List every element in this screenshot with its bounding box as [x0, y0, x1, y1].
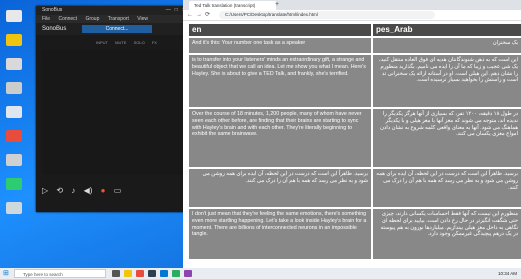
col-input: INPUT	[96, 40, 108, 45]
connect-button[interactable]: Connect...	[82, 25, 152, 33]
url-field[interactable]: C:/Users/PC/Desktop/translate/html/index…	[219, 11, 435, 19]
address-bar-row: ←→⟳ C:/Users/PC/Desktop/translate/html/i…	[183, 10, 521, 21]
windows-start-icon[interactable]: ⊞	[3, 270, 9, 277]
edge-icon[interactable]	[160, 270, 168, 277]
table-header: en pes_Arab	[189, 24, 521, 38]
desktop-icon[interactable]	[6, 10, 22, 22]
taskbar: ⊞ Type here to search 10:34 AM	[0, 268, 521, 279]
table-row: And it's this: Your number one task as a…	[189, 38, 521, 55]
speaker-icon[interactable]: ◀)	[84, 186, 93, 195]
play-icon[interactable]: ▷	[42, 186, 48, 195]
sonobus-titlebar: SonoBus —□✕	[36, 6, 192, 15]
menu-file[interactable]: File	[42, 16, 50, 22]
cell-en: برسید. ظاهراً این است که درست در این لحظ…	[189, 169, 371, 207]
mic-icon[interactable]: ♪	[71, 186, 75, 195]
desktop-icon[interactable]	[6, 106, 22, 118]
new-tab-icon[interactable]: +	[275, 0, 279, 10]
transport-controls: ▷ ⟲ ♪ ◀) ● ▭	[42, 186, 186, 200]
taskbar-clock[interactable]: 10:34 AM	[498, 268, 517, 279]
loop-icon[interactable]: ⟲	[56, 186, 63, 195]
menu-group[interactable]: Group	[85, 16, 99, 22]
desktop-icon[interactable]	[6, 154, 22, 166]
app-icon[interactable]	[172, 270, 180, 277]
desktop-icon[interactable]	[6, 82, 22, 94]
record-icon[interactable]: ●	[101, 186, 106, 195]
browser-window: Ted Talk translation (transcript) + ←→⟳ …	[183, 0, 521, 268]
channel-columns: INPUT MUTE SOLO FX	[96, 40, 163, 45]
sonobus-window: SonoBus —□✕ File Connect Group Transport…	[36, 6, 192, 212]
taskview-icon[interactable]	[112, 270, 120, 277]
sonobus-toolbar: SonoBus Connect...	[36, 23, 192, 35]
desktop-icon[interactable]	[6, 178, 22, 190]
sonobus-menubar: File Connect Group Transport View	[36, 15, 192, 23]
translation-table: en pes_Arab And it's this: Your number o…	[189, 24, 521, 261]
sonobus-taskbar-icon[interactable]	[148, 270, 156, 277]
col-fx[interactable]: FX	[152, 40, 157, 45]
chrome-icon[interactable]	[136, 270, 144, 277]
cell-en: I don't just mean that they're feeling t…	[189, 209, 371, 259]
tab-strip: Ted Talk translation (transcript) +	[183, 0, 521, 10]
menu-connect[interactable]: Connect	[58, 16, 77, 22]
header-fa: pes_Arab	[373, 24, 521, 36]
menu-transport[interactable]: Transport	[108, 16, 129, 22]
cell-fa: منظورم این نیست که آنها فقط احساسات یکسا…	[373, 209, 521, 259]
peers-panel	[42, 50, 186, 175]
sonobus-title: SonoBus	[42, 7, 63, 13]
desktop-icon[interactable]	[6, 130, 22, 142]
browser-tab[interactable]: Ted Talk translation (transcript)	[189, 1, 276, 10]
cell-fa: این است که به ذهن شنوندگانتان هدیه ای فو…	[373, 55, 521, 107]
nav-buttons[interactable]: ←→⟳	[187, 10, 213, 20]
desktop-icon[interactable]	[6, 34, 22, 46]
table-row: Over the course of 18 minutes, 1,200 peo…	[189, 109, 521, 169]
menu-view[interactable]: View	[137, 16, 148, 22]
table-row: برسید. ظاهراً این است که درست در این لحظ…	[189, 169, 521, 209]
cell-fa: برسید. ظاهراً این است که درست در این لحظ…	[373, 169, 521, 207]
col-solo[interactable]: SOLO	[134, 40, 145, 45]
desktop-icon[interactable]	[6, 58, 22, 70]
header-en: en	[189, 24, 371, 36]
sonobus-app-name: SonoBus	[42, 26, 67, 32]
table-row: is to transfer into your listeners' mind…	[189, 55, 521, 109]
table-row: I don't just mean that they're feeling t…	[189, 209, 521, 261]
cell-fa: در طول ۱۸ دقیقه، ۱۲۰۰ نفر، که بسیاری از …	[373, 109, 521, 167]
col-mute[interactable]: MUTE	[115, 40, 126, 45]
cell-en: And it's this: Your number one task as a…	[189, 38, 371, 53]
app-icon[interactable]	[184, 270, 192, 277]
cell-en: Over the course of 18 minutes, 1,200 peo…	[189, 109, 371, 167]
file-icon[interactable]: ▭	[114, 186, 122, 195]
desktop-icon[interactable]	[6, 202, 22, 214]
cell-en: is to transfer into your listeners' mind…	[189, 55, 371, 107]
cell-fa: یک سخنران	[373, 38, 521, 53]
explorer-icon[interactable]	[124, 270, 132, 277]
taskbar-search[interactable]: Type here to search	[14, 269, 106, 278]
